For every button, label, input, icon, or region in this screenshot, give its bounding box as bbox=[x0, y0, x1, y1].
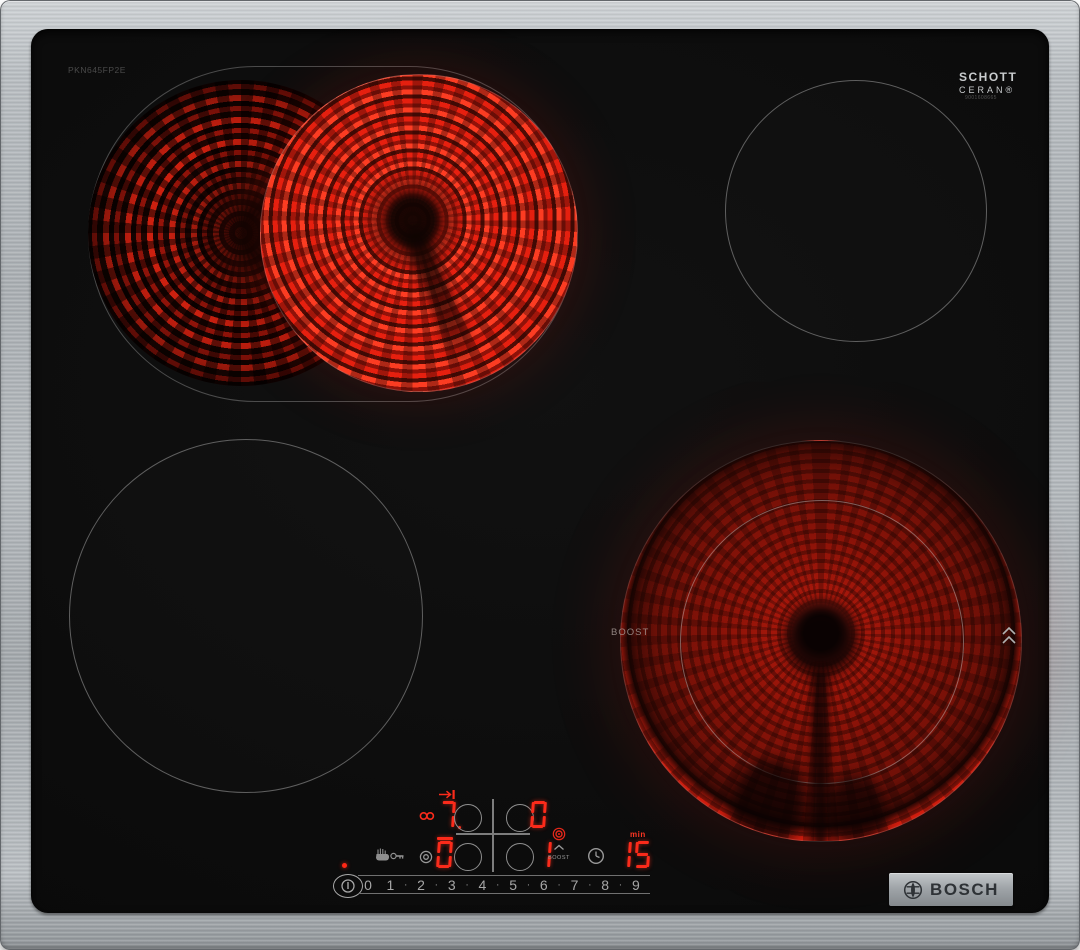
slider-step[interactable]: 4 bbox=[478, 877, 487, 893]
power-standby-icon bbox=[341, 879, 355, 893]
boost-indicator target-rings-icon bbox=[552, 827, 566, 841]
slider-step[interactable]: · bbox=[524, 879, 532, 891]
schott-ceran-logo: SCHOTT CERAN® bbox=[959, 70, 1018, 95]
heating-element-hub bbox=[786, 606, 856, 676]
display-timer-ones bbox=[634, 841, 651, 868]
slider-track-bottom bbox=[358, 893, 650, 894]
slider-step[interactable]: · bbox=[463, 879, 471, 891]
glass-serial-number: 9001608665 bbox=[965, 95, 997, 101]
heating-element-arm bbox=[400, 223, 481, 374]
zone-map-horizontal-line bbox=[456, 833, 530, 835]
slider-step[interactable]: 7 bbox=[570, 877, 579, 893]
ceramic-glass-surface: PKN645FP2E SCHOTT CERAN® 9001608665 BOOS… bbox=[31, 29, 1049, 913]
zone-front-left bbox=[69, 439, 423, 793]
power-button[interactable] bbox=[333, 874, 363, 898]
dual-zone-active infinity-icon bbox=[419, 811, 435, 821]
slider-step[interactable]: 5 bbox=[509, 877, 517, 893]
slider-step[interactable]: · bbox=[617, 879, 625, 891]
slider-step[interactable]: · bbox=[432, 879, 440, 891]
timer-key clock-icon[interactable] bbox=[587, 847, 605, 865]
zone-map-vertical-line bbox=[492, 799, 494, 872]
zone-front-right-glow bbox=[620, 440, 1022, 842]
slider-step[interactable]: · bbox=[586, 879, 594, 891]
extend-zone arrow-to-bar-icon bbox=[439, 790, 455, 799]
schott-logo-line1: SCHOTT bbox=[959, 70, 1018, 84]
timer-unit-label: min bbox=[630, 830, 646, 839]
display-front-left-power bbox=[436, 841, 453, 868]
boost-glass-label: BOOST bbox=[611, 627, 650, 638]
dual-zone-button double-circle-icon[interactable] bbox=[419, 850, 433, 864]
display-rear-right-power bbox=[530, 801, 547, 828]
double-chevron-up-icon bbox=[1002, 626, 1016, 644]
slider-step[interactable]: 9 bbox=[632, 877, 640, 893]
bosch-armature-icon bbox=[903, 880, 923, 899]
boost-key-label[interactable]: BOOST bbox=[544, 855, 574, 861]
power-level-slider[interactable]: 0 1 · 2 · 3 · 4 · 5 · 6 · 7 · 8 · 9 bbox=[364, 876, 640, 893]
slider-step[interactable]: 3 bbox=[448, 877, 456, 893]
bosch-logo-text: BOSCH bbox=[930, 879, 999, 899]
zone-select-front-left[interactable] bbox=[454, 843, 482, 871]
model-number-label: PKN645FP2E bbox=[68, 65, 126, 75]
zone-rear-left-main-glow bbox=[260, 74, 578, 392]
slider-step[interactable]: 0 bbox=[364, 877, 372, 893]
schott-logo-line2: CERAN® bbox=[959, 85, 1016, 95]
slider-step[interactable]: · bbox=[494, 879, 502, 891]
zone-rear-right bbox=[725, 80, 987, 342]
slider-step[interactable]: · bbox=[555, 879, 563, 891]
bosch-badge: BOSCH bbox=[889, 873, 1013, 906]
display-extension-bar bbox=[437, 837, 453, 840]
hand-with-key-icon[interactable] bbox=[374, 847, 405, 862]
slider-step[interactable]: 2 bbox=[417, 877, 425, 893]
display-timer-tens bbox=[615, 841, 632, 868]
slider-step[interactable]: · bbox=[402, 879, 410, 891]
slider-step[interactable]: 1 bbox=[386, 877, 394, 893]
slider-step[interactable]: 8 bbox=[601, 877, 609, 893]
heating-element-stem bbox=[812, 670, 828, 841]
zone-select-front-right[interactable] bbox=[506, 843, 534, 871]
slider-step[interactable]: 6 bbox=[540, 877, 548, 893]
power-on-indicator bbox=[342, 863, 347, 868]
zone-select-rear-left[interactable] bbox=[454, 804, 482, 832]
boost-key chevron-up-icon[interactable] bbox=[553, 844, 565, 851]
